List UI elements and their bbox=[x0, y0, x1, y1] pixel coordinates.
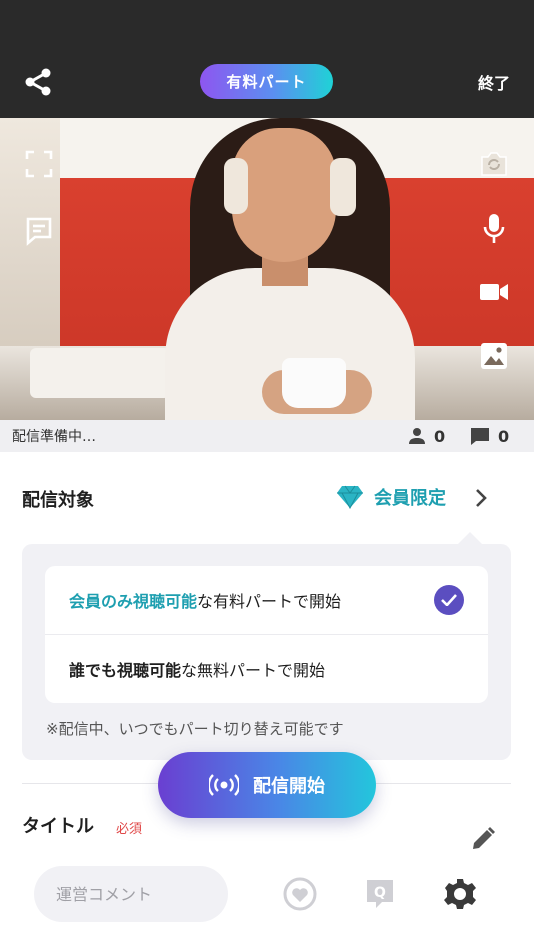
target-value-text: 会員限定 bbox=[374, 488, 446, 509]
option-text: な無料パートで開始 bbox=[181, 660, 326, 680]
required-badge: 必須 bbox=[116, 822, 143, 837]
camera-preview bbox=[0, 118, 534, 420]
start-broadcast-button[interactable]: 配信開始 bbox=[158, 752, 376, 818]
option-free-part[interactable]: 誰でも視聴可能 な無料パートで開始 bbox=[45, 634, 488, 702]
fullscreen-icon[interactable] bbox=[23, 148, 55, 180]
microphone-icon[interactable] bbox=[478, 213, 510, 245]
person-icon bbox=[409, 428, 425, 444]
options-note: ※配信中、いつでもパート切り替え可能です bbox=[46, 720, 344, 738]
share-icon[interactable] bbox=[22, 66, 54, 98]
target-options-popover: 会員のみ視聴可能 な有料パートで開始 誰でも視聴可能 な無料パートで開始 ※配信中、… bbox=[22, 532, 511, 760]
comment-count-value: 0 bbox=[498, 426, 510, 446]
broadcast-status: 配信準備中… bbox=[12, 429, 96, 445]
comment-bubble-icon[interactable] bbox=[23, 215, 55, 247]
camera-flip-icon[interactable] bbox=[478, 148, 510, 180]
options-card: 会員のみ視聴可能 な有料パートで開始 誰でも視聴可能 な無料パートで開始 bbox=[45, 566, 488, 703]
settings-icon[interactable] bbox=[442, 876, 478, 912]
option-highlight: 誰でも視聴可能 bbox=[69, 660, 182, 680]
viewer-count: 0 bbox=[408, 427, 445, 446]
status-strip: 配信準備中… 0 0 bbox=[0, 420, 534, 452]
staff-comment-input[interactable] bbox=[34, 866, 228, 922]
diamond-icon bbox=[337, 485, 363, 509]
image-icon[interactable] bbox=[478, 340, 510, 372]
start-broadcast-label: 配信開始 bbox=[253, 776, 325, 797]
target-selector[interactable]: 配信対象 会員限定 bbox=[0, 470, 534, 526]
check-icon bbox=[434, 585, 464, 615]
end-button[interactable]: 終了 bbox=[478, 70, 510, 94]
bottom-bar: Q bbox=[0, 852, 534, 950]
question-icon[interactable]: Q bbox=[362, 876, 398, 912]
svg-text:Q: Q bbox=[374, 885, 386, 901]
target-value[interactable]: 会員限定 bbox=[336, 484, 446, 510]
option-text: な有料パートで開始 bbox=[197, 592, 342, 611]
part-badge: 有料パート bbox=[200, 64, 333, 99]
target-label: 配信対象 bbox=[22, 490, 94, 511]
viewer-count-value: 0 bbox=[434, 426, 446, 446]
video-camera-icon[interactable] bbox=[478, 276, 510, 308]
top-bar: 有料パート 終了 bbox=[0, 0, 534, 118]
title-label: タイトル bbox=[22, 816, 94, 837]
chat-icon bbox=[471, 427, 489, 445]
heart-badge-icon[interactable] bbox=[282, 876, 318, 912]
chevron-right-icon[interactable] bbox=[474, 488, 488, 512]
option-highlight: 会員のみ視聴可能 bbox=[69, 592, 198, 611]
option-paid-part[interactable]: 会員のみ視聴可能 な有料パートで開始 bbox=[45, 566, 488, 634]
broadcast-icon bbox=[209, 774, 239, 796]
comment-count: 0 bbox=[470, 427, 509, 446]
